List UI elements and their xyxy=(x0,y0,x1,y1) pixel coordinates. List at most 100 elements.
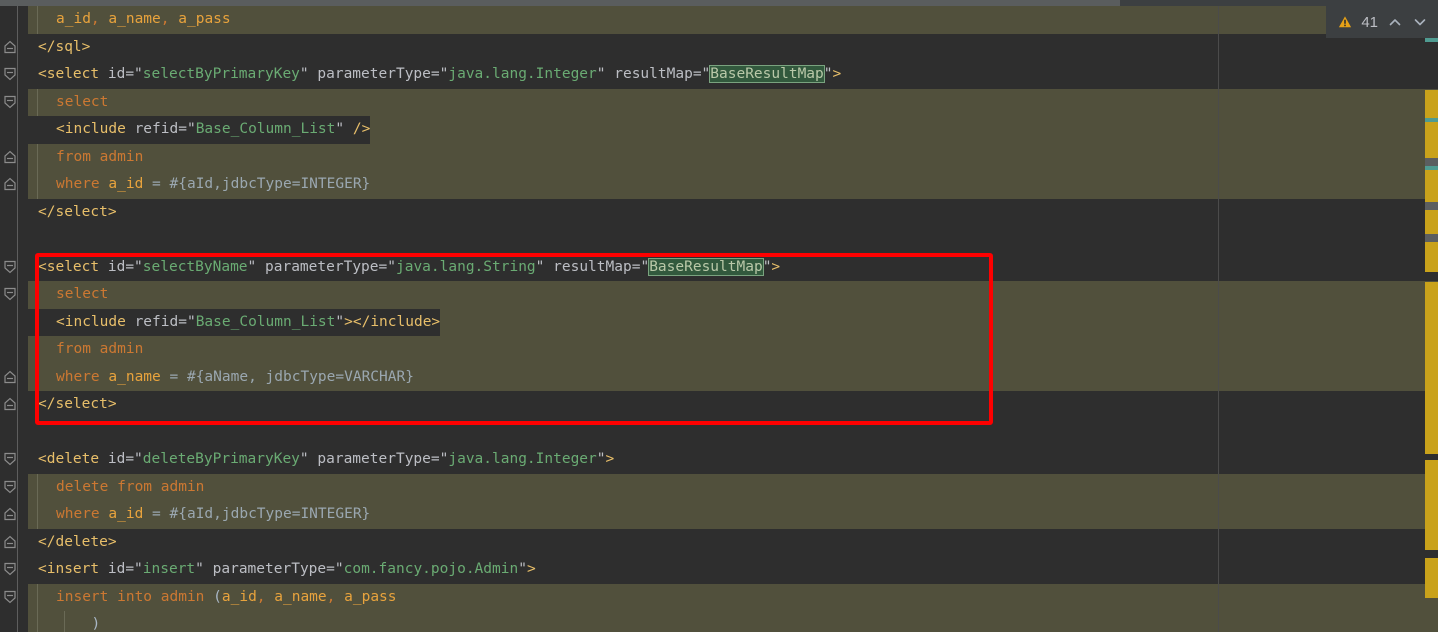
code-line[interactable]: from admin xyxy=(28,143,1438,172)
code-line[interactable]: <select id="selectByName" parameterType=… xyxy=(28,253,1438,281)
code-token: = xyxy=(692,66,702,82)
error-stripe-marker[interactable] xyxy=(1425,558,1438,598)
error-stripe-marker[interactable] xyxy=(1425,90,1438,118)
error-stripe[interactable] xyxy=(1425,38,1438,632)
code-line[interactable] xyxy=(28,226,1438,254)
code-line[interactable]: </delete> xyxy=(28,528,1438,557)
code-token: = #{aId,jdbcType=INTEGER} xyxy=(152,506,371,522)
error-stripe-marker[interactable] xyxy=(1425,534,1438,550)
code-editor[interactable]: a_id, a_name, a_pass </sql> <select id="se… xyxy=(0,0,1438,632)
fold-expand-icon[interactable] xyxy=(2,66,18,82)
error-stripe-marker[interactable] xyxy=(1425,460,1438,480)
code-line[interactable]: ) xyxy=(28,611,1438,632)
code-line-text: </delete> xyxy=(28,529,117,557)
code-line[interactable]: <delete id="deleteByPrimaryKey" paramete… xyxy=(28,446,1438,474)
fold-collapse-icon[interactable] xyxy=(2,176,18,192)
error-stripe-marker[interactable] xyxy=(1425,304,1438,326)
error-stripe-marker[interactable] xyxy=(1425,346,1438,366)
horizontal-scrollbar[interactable] xyxy=(0,0,1438,6)
code-token: where xyxy=(56,176,109,192)
error-stripe-marker[interactable] xyxy=(1425,234,1438,242)
fold-expand-icon[interactable] xyxy=(2,94,18,110)
error-stripe-marker[interactable] xyxy=(1425,420,1438,438)
fold-expand-icon[interactable] xyxy=(2,286,18,302)
code-token: where xyxy=(56,506,109,522)
chevron-up-icon[interactable] xyxy=(1387,14,1403,30)
code-token: " xyxy=(701,66,711,82)
fold-expand-icon[interactable] xyxy=(2,589,18,605)
error-stripe-marker[interactable] xyxy=(1425,158,1438,166)
fold-expand-icon[interactable] xyxy=(2,479,18,495)
code-line-text: where a_id = #{aId,jdbcType=INTEGER} xyxy=(28,171,370,199)
fold-collapse-icon[interactable] xyxy=(2,369,18,385)
error-stripe-marker[interactable] xyxy=(1425,242,1438,272)
fold-gutter[interactable] xyxy=(0,6,28,632)
code-line[interactable]: </select> xyxy=(28,198,1438,226)
code-line[interactable]: a_id, a_name, a_pass xyxy=(28,6,1438,34)
code-line[interactable]: <insert id="insert" parameterType="com.f… xyxy=(28,556,1438,584)
error-stripe-marker[interactable] xyxy=(1425,498,1438,516)
error-stripe-marker[interactable] xyxy=(1425,202,1438,210)
error-stripe-marker[interactable] xyxy=(1425,326,1438,346)
horizontal-scroll-thumb[interactable] xyxy=(0,0,1120,6)
code-line[interactable] xyxy=(28,418,1438,446)
code-token: delete from admin xyxy=(56,478,205,495)
code-line[interactable]: </sql> xyxy=(28,33,1438,61)
fold-collapse-icon[interactable] xyxy=(2,396,18,412)
code-token: select xyxy=(56,286,109,302)
error-stripe-marker[interactable] xyxy=(1425,170,1438,202)
code-token: = xyxy=(178,313,187,330)
error-stripe-marker[interactable] xyxy=(1425,516,1438,534)
error-stripe-marker[interactable] xyxy=(1425,122,1438,158)
error-stripe-marker[interactable] xyxy=(1425,480,1438,498)
error-stripe-marker[interactable] xyxy=(1425,210,1438,234)
chevron-down-icon[interactable] xyxy=(1412,14,1428,30)
code-line[interactable]: where a_id = #{aId,jdbcType=INTEGER} xyxy=(28,501,1438,529)
code-token: " xyxy=(186,121,196,137)
code-line[interactable]: <include refid="Base_Column_List"></incl… xyxy=(28,308,1438,336)
code-line[interactable]: where a_name = #{aName, jdbcType=VARCHAR… xyxy=(28,363,1438,392)
fold-expand-icon[interactable] xyxy=(2,451,18,467)
code-token: > xyxy=(526,561,536,577)
code-token: = xyxy=(430,66,440,82)
code-line-text: from admin xyxy=(28,144,143,172)
code-line[interactable]: <include refid="Base_Column_List" /> xyxy=(28,116,1438,144)
error-stripe-marker[interactable] xyxy=(1425,366,1438,382)
code-line-text: <delete id="deleteByPrimaryKey" paramete… xyxy=(28,446,614,474)
fold-expand-icon[interactable] xyxy=(2,561,18,577)
code-content[interactable]: a_id, a_name, a_pass </sql> <select id="se… xyxy=(28,6,1438,632)
code-token: = #{aId,jdbcType=INTEGER} xyxy=(152,176,371,192)
fold-expand-icon[interactable] xyxy=(2,259,18,275)
code-token: <select xyxy=(38,66,108,82)
error-stripe-marker[interactable] xyxy=(1425,282,1438,304)
fold-collapse-icon[interactable] xyxy=(2,39,18,55)
code-line[interactable]: delete from admin xyxy=(28,473,1438,501)
fold-collapse-icon[interactable] xyxy=(2,506,18,522)
error-stripe-marker[interactable] xyxy=(1425,382,1438,402)
code-token: id xyxy=(107,66,126,82)
code-token: </delete> xyxy=(38,533,117,550)
fold-collapse-icon[interactable] xyxy=(2,149,18,165)
fold-collapse-icon[interactable] xyxy=(2,534,18,550)
code-token: parameterType xyxy=(265,258,379,275)
inspection-widget[interactable]: 41 xyxy=(1326,6,1438,38)
code-token: , xyxy=(160,11,170,27)
code-token: a_pass xyxy=(178,11,231,27)
search-match: BaseResultMap xyxy=(649,258,763,275)
code-line[interactable]: insert into admin (a_id, a_name, a_pass xyxy=(28,583,1438,611)
code-line-text: where a_name = #{aName, jdbcType=VARCHAR… xyxy=(28,364,414,392)
code-line[interactable]: <select id="selectByPrimaryKey" paramete… xyxy=(28,61,1438,89)
code-line[interactable]: where a_id = #{aId,jdbcType=INTEGER} xyxy=(28,171,1438,199)
error-stripe-marker[interactable] xyxy=(1425,402,1438,420)
code-line[interactable]: from admin xyxy=(28,336,1438,364)
code-line[interactable]: select xyxy=(28,281,1438,309)
error-stripe-marker[interactable] xyxy=(1425,38,1438,42)
code-line[interactable]: </select> xyxy=(28,391,1438,419)
error-stripe-marker[interactable] xyxy=(1425,438,1438,454)
code-line[interactable]: select xyxy=(28,88,1438,116)
